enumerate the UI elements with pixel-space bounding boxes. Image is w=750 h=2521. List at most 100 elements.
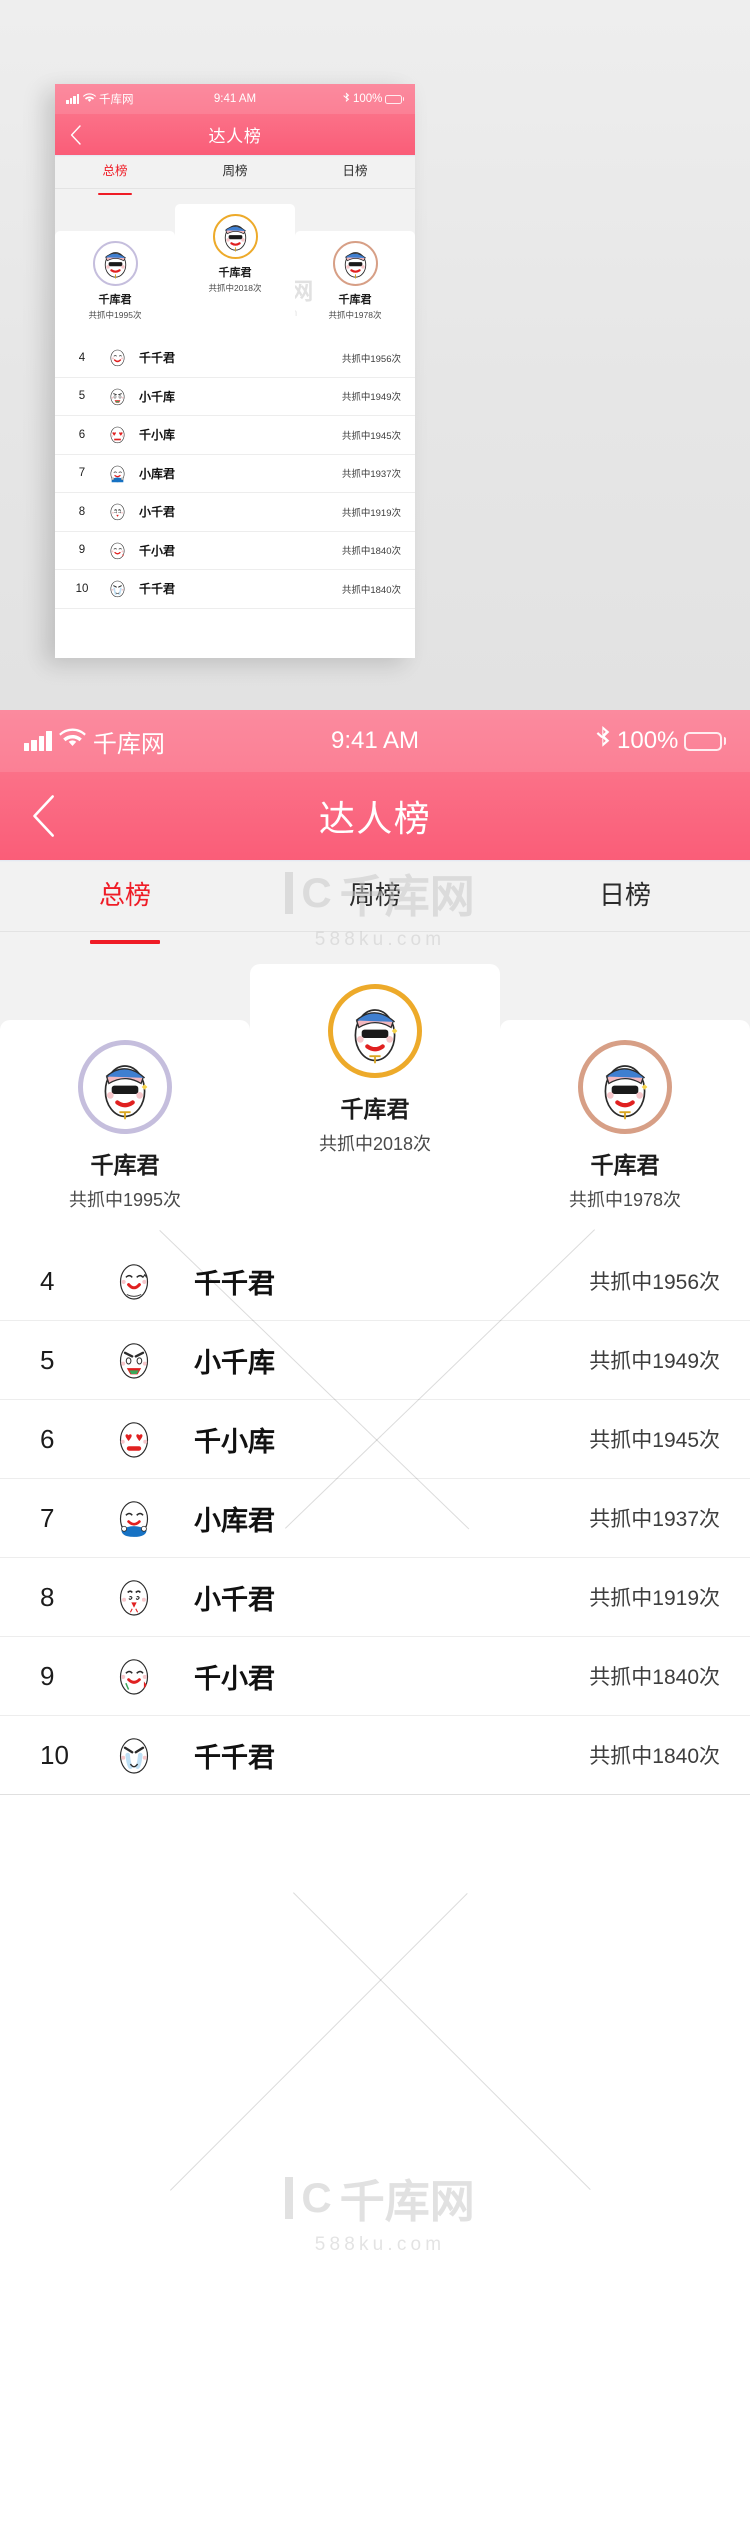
podium-rank-1[interactable]: 千库君 共抓中2018次 bbox=[175, 204, 295, 339]
tab-total[interactable]: 总榜 bbox=[0, 860, 250, 931]
rank-number: 9 bbox=[40, 1660, 55, 1691]
podium: 千库君 共抓中1995次 千库君 共抓中2018次 千库君 共抓中1978次 bbox=[0, 932, 750, 1242]
podium-rank-2[interactable]: 千库君 共抓中1995次 bbox=[0, 1020, 250, 1242]
tab-weekly-label: 周榜 bbox=[222, 164, 248, 178]
podium-score-1: 共抓中2018次 bbox=[208, 283, 262, 293]
podium-score-2: 共抓中1995次 bbox=[88, 310, 142, 320]
podium-name-3: 千库君 bbox=[338, 294, 372, 306]
row-avatar bbox=[86, 1412, 182, 1466]
podium-score-2: 共抓中1995次 bbox=[68, 1190, 182, 1210]
rank-list: 4 千千君 共抓中1956次 5 小千库 共抓中1949次 6 千小库 共抓中1… bbox=[55, 339, 415, 658]
row-name: 小千君 bbox=[194, 1584, 275, 1615]
rank-number: 4 bbox=[40, 1265, 55, 1296]
row-avatar bbox=[86, 1333, 182, 1387]
svg-text:ココ: ココ bbox=[113, 509, 121, 514]
row-name: 千小库 bbox=[194, 1426, 275, 1457]
table-row[interactable]: 5 小千库 共抓中1949次 bbox=[55, 377, 415, 416]
tab-total-label: 总榜 bbox=[99, 860, 151, 930]
podium-rank-2[interactable]: 千库君 共抓中1995次 bbox=[55, 231, 175, 339]
row-name: 千千君 bbox=[139, 351, 176, 366]
page-title: 达人榜 bbox=[318, 798, 432, 839]
nav-bar: 达人榜 bbox=[55, 114, 415, 155]
table-row[interactable]: 10 千千君 共抓中1840次 bbox=[0, 1716, 750, 1795]
row-score: 共抓中1919次 bbox=[589, 1587, 720, 1610]
rank-number: 7 bbox=[40, 1502, 55, 1533]
rank-number: 5 bbox=[40, 1344, 55, 1375]
row-avatar bbox=[86, 1728, 182, 1782]
table-row[interactable]: 8 ココ 小千君 共抓中1919次 bbox=[55, 493, 415, 532]
rank-list: 4 千千君 共抓中1956次 5 小千库 共抓中1949次 6 千小库 共抓中1… bbox=[0, 1242, 750, 1795]
row-avatar bbox=[95, 422, 139, 447]
tab-daily-label: 日榜 bbox=[342, 164, 368, 178]
podium-rank-3[interactable]: 千库君 共抓中1978次 bbox=[500, 1020, 750, 1242]
back-button[interactable] bbox=[66, 123, 86, 147]
table-row[interactable]: 10 千千君 共抓中1840次 bbox=[55, 570, 415, 609]
row-score: 共抓中1949次 bbox=[341, 392, 401, 404]
podium-score-1: 共抓中2018次 bbox=[318, 1134, 432, 1154]
row-score: 共抓中1840次 bbox=[589, 1745, 720, 1768]
table-row[interactable]: 5 小千库 共抓中1949次 bbox=[0, 1321, 750, 1400]
podium-avatar-3 bbox=[332, 241, 378, 286]
row-score: 共抓中1945次 bbox=[589, 1429, 720, 1452]
podium-name-2: 千库君 bbox=[90, 1152, 160, 1178]
podium-rank-3[interactable]: 千库君 共抓中1978次 bbox=[295, 231, 415, 339]
row-name: 小库君 bbox=[139, 466, 176, 481]
watermark-site: 588ku.com bbox=[314, 2234, 446, 2255]
table-row[interactable]: 7 小库君 共抓中1937次 bbox=[55, 454, 415, 493]
tab-weekly[interactable]: 周榜 bbox=[175, 155, 295, 188]
row-score: 共抓中1840次 bbox=[341, 546, 401, 558]
tab-daily[interactable]: 日榜 bbox=[500, 860, 750, 931]
podium-avatar-1 bbox=[328, 984, 422, 1078]
rank-number: 6 bbox=[78, 428, 86, 441]
row-score: 共抓中1840次 bbox=[341, 584, 401, 596]
row-name: 千千君 bbox=[194, 1742, 275, 1773]
diagonal-guide bbox=[293, 1892, 591, 2190]
rank-number: 8 bbox=[78, 505, 86, 518]
row-avatar bbox=[95, 345, 139, 370]
rank-number: 7 bbox=[78, 467, 86, 480]
row-name: 千千君 bbox=[194, 1268, 275, 1299]
row-name: 小千君 bbox=[139, 505, 176, 520]
rank-number: 9 bbox=[78, 544, 86, 557]
table-row[interactable]: 9 千小君 共抓中1840次 bbox=[55, 531, 415, 570]
row-score: 共抓中1945次 bbox=[341, 430, 401, 442]
watermark-bottom: C 千库网 588ku.com bbox=[280, 2165, 480, 2256]
tab-weekly-label: 周榜 bbox=[348, 880, 401, 910]
back-button[interactable] bbox=[22, 791, 66, 841]
battery-icon bbox=[684, 731, 726, 751]
table-row[interactable]: 8 小千君 共抓中1919次 bbox=[0, 1558, 750, 1637]
rank-number: 5 bbox=[78, 390, 86, 403]
tab-bar: 总榜 周榜 日榜 bbox=[0, 860, 750, 932]
tab-daily-label: 日榜 bbox=[598, 880, 651, 910]
podium-score-3: 共抓中1978次 bbox=[568, 1190, 682, 1210]
row-score: 共抓中1949次 bbox=[589, 1350, 720, 1373]
rank-number: 10 bbox=[40, 1739, 69, 1770]
rank-number: 10 bbox=[75, 582, 89, 595]
table-row[interactable]: 7 小库君 共抓中1937次 bbox=[0, 1479, 750, 1558]
preview-stage: 千库网 9:41 AM 100% 达人榜 总榜 周榜 日榜 千库君 共抓中199… bbox=[0, 0, 750, 710]
podium-avatar-1 bbox=[212, 214, 258, 259]
tab-daily[interactable]: 日榜 bbox=[295, 155, 415, 188]
battery-icon bbox=[385, 94, 404, 104]
phone-preview-card: 千库网 9:41 AM 100% 达人榜 总榜 周榜 日榜 千库君 共抓中199… bbox=[55, 84, 415, 658]
podium-name-2: 千库君 bbox=[98, 294, 132, 306]
rank-number: 4 bbox=[78, 351, 86, 364]
table-row[interactable]: 6 千小库 共抓中1945次 bbox=[55, 416, 415, 455]
table-row[interactable]: 6 千小库 共抓中1945次 bbox=[0, 1400, 750, 1479]
diagonal-guide bbox=[170, 1893, 468, 2191]
tab-weekly[interactable]: 周榜 bbox=[250, 860, 500, 931]
row-name: 千千君 bbox=[139, 582, 176, 597]
podium-rank-1[interactable]: 千库君 共抓中2018次 bbox=[250, 964, 500, 1242]
podium-name-3: 千库君 bbox=[590, 1152, 660, 1178]
row-score: 共抓中1937次 bbox=[341, 469, 401, 481]
table-row[interactable]: 4 千千君 共抓中1956次 bbox=[55, 339, 415, 378]
row-name: 千小库 bbox=[139, 428, 176, 443]
table-row[interactable]: 9 千小君 共抓中1840次 bbox=[0, 1637, 750, 1716]
row-score: 共抓中1956次 bbox=[589, 1271, 720, 1294]
row-avatar bbox=[95, 576, 139, 601]
row-avatar bbox=[86, 1570, 182, 1624]
table-row[interactable]: 4 千千君 共抓中1956次 bbox=[0, 1242, 750, 1321]
status-bar-time: 9:41 AM bbox=[330, 727, 420, 754]
row-avatar bbox=[95, 461, 139, 486]
tab-total[interactable]: 总榜 bbox=[55, 155, 175, 188]
